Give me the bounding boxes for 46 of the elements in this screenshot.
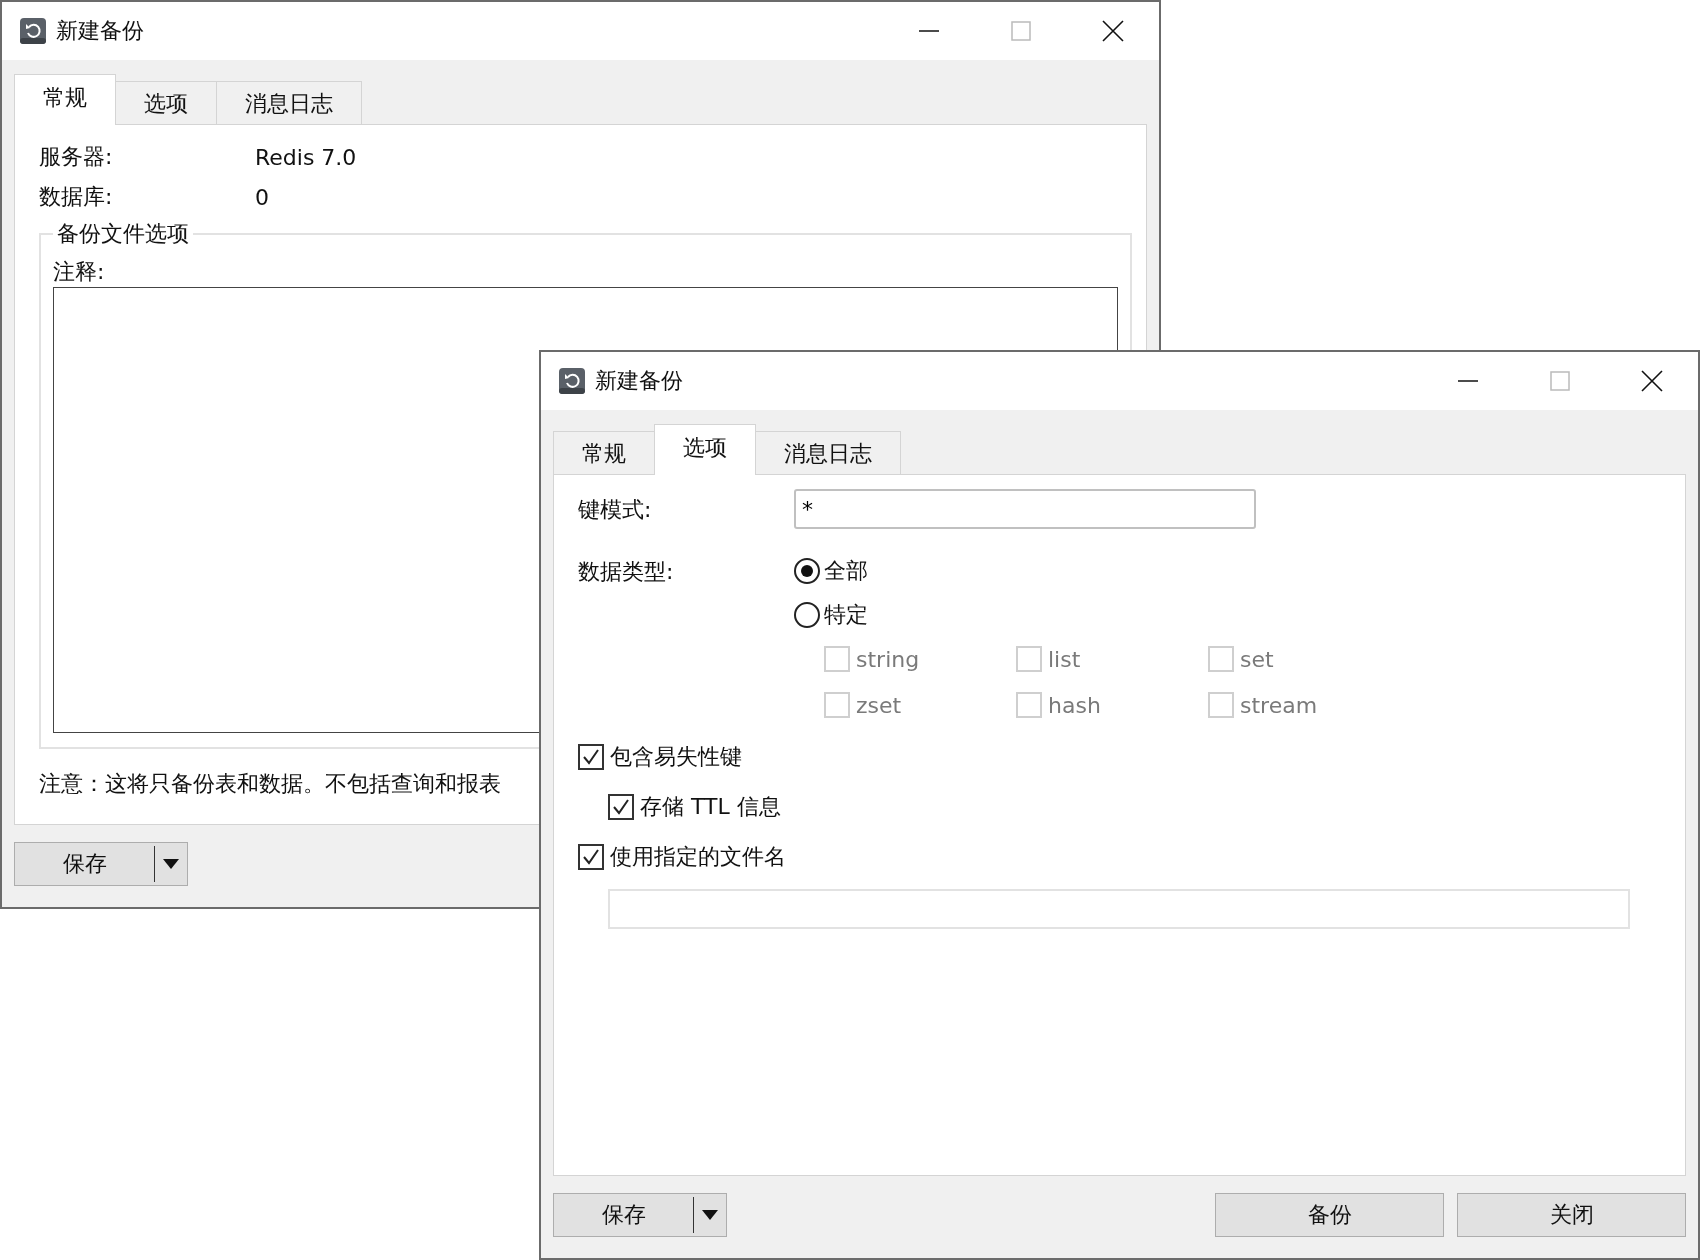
window-title: 新建备份 <box>56 17 144 45</box>
checkbox-label: zset <box>856 692 902 718</box>
maximize-icon[interactable] <box>1550 371 1570 391</box>
field-label: 数据类型: <box>578 558 675 586</box>
group-title: 备份文件选项 <box>56 220 190 248</box>
field-label: 服务器: <box>39 143 114 171</box>
dialog-button[interactable]: 备份 <box>1215 1193 1444 1237</box>
tab[interactable]: 常规 <box>553 431 655 474</box>
save-button[interactable]: 保存 <box>553 1193 727 1237</box>
checkbox-label: 存储 TTL 信息 <box>640 793 781 821</box>
checkbox[interactable] <box>578 744 604 770</box>
field-label: 数据库: <box>39 183 114 211</box>
radio-label: 全部 <box>824 557 868 585</box>
field-value: 0 <box>255 184 269 210</box>
backup-icon <box>559 368 585 394</box>
dialog-button[interactable]: 关闭 <box>1457 1193 1686 1237</box>
tab[interactable]: 选项 <box>654 424 756 475</box>
maximize-icon[interactable] <box>1011 21 1031 41</box>
checkbox-label: 包含易失性键 <box>610 743 742 771</box>
checkbox-label: 使用指定的文件名 <box>610 843 786 871</box>
field-label: 键模式: <box>578 496 653 524</box>
close-icon[interactable] <box>1641 370 1663 392</box>
checkbox-label: string <box>856 646 920 672</box>
comment-label: 注释: <box>53 258 106 286</box>
backup-icon <box>20 18 46 44</box>
tab[interactable]: 消息日志 <box>216 81 362 124</box>
save-button[interactable]: 保存 <box>14 842 188 886</box>
tab[interactable]: 消息日志 <box>755 431 901 474</box>
checkbox[interactable] <box>608 794 634 820</box>
tab[interactable]: 常规 <box>14 74 116 125</box>
radio-label: 特定 <box>824 601 868 629</box>
file-name-field[interactable] <box>608 889 1630 929</box>
radio-button[interactable] <box>794 602 820 628</box>
field-value: Redis 7.0 <box>255 144 357 170</box>
note-text: 注意：这将只备份表和数据。不包括查询和报表 <box>39 770 502 798</box>
caret-icon <box>163 859 179 869</box>
key-pattern-field[interactable]: * <box>794 489 1256 529</box>
window-title: 新建备份 <box>595 367 683 395</box>
checkbox-label: list <box>1048 646 1081 672</box>
caret-icon <box>702 1210 718 1220</box>
checkbox-label: hash <box>1048 692 1101 718</box>
radio-button[interactable] <box>794 558 820 584</box>
checkbox-label: stream <box>1240 692 1318 718</box>
close-icon[interactable] <box>1102 20 1124 42</box>
checkbox[interactable] <box>578 844 604 870</box>
checkbox-label: set <box>1240 646 1274 672</box>
